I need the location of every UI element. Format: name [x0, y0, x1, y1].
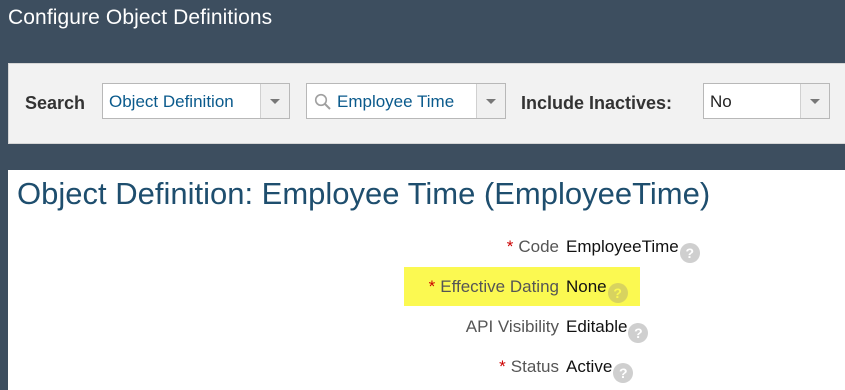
search-label: Search [25, 93, 86, 113]
help-icon[interactable]: ? [613, 363, 634, 383]
help-icon[interactable]: ? [679, 243, 700, 263]
help-icon[interactable]: ? [607, 283, 628, 303]
object-type-dropdown[interactable]: Object Definition [102, 83, 290, 119]
field-effective-dating: * Effective Dating None? [8, 270, 845, 304]
field-label: Effective Dating [440, 277, 559, 296]
required-marker: * [506, 237, 514, 256]
page-title: Configure Object Definitions [8, 6, 273, 29]
object-type-value: Object Definition [109, 92, 234, 111]
help-icon[interactable]: ? [628, 323, 649, 343]
field-value: Active [566, 357, 613, 376]
include-inactives-label: Include Inactives: [521, 93, 673, 113]
include-inactives-dropdown[interactable]: No [703, 83, 830, 119]
field-code: * Code EmployeeTime? [8, 230, 845, 264]
search-icon [314, 93, 331, 110]
required-marker: * [428, 277, 436, 296]
search-panel: Search Object Definition Employee Time I… [8, 63, 845, 144]
field-value: Editable [566, 317, 628, 336]
include-inactives-value: No [710, 92, 732, 111]
field-label: Status [510, 357, 559, 376]
chevron-down-icon[interactable] [800, 84, 829, 118]
chevron-down-icon[interactable] [476, 84, 505, 118]
field-api-visibility: API Visibility Editable? [8, 310, 845, 344]
field-label: API Visibility [465, 317, 559, 336]
chevron-down-icon[interactable] [260, 84, 289, 118]
field-status: * Status Active? [8, 350, 845, 384]
field-value: EmployeeTime [566, 237, 679, 256]
detail-panel: Object Definition: Employee Time (Employ… [8, 170, 845, 390]
field-label: Code [518, 237, 559, 256]
required-marker: * [499, 357, 506, 376]
object-definition-title: Object Definition: Employee Time (Employ… [17, 176, 711, 211]
field-value: None [566, 277, 607, 296]
object-search-input[interactable]: Employee Time [306, 83, 506, 119]
object-search-value: Employee Time [337, 92, 455, 111]
